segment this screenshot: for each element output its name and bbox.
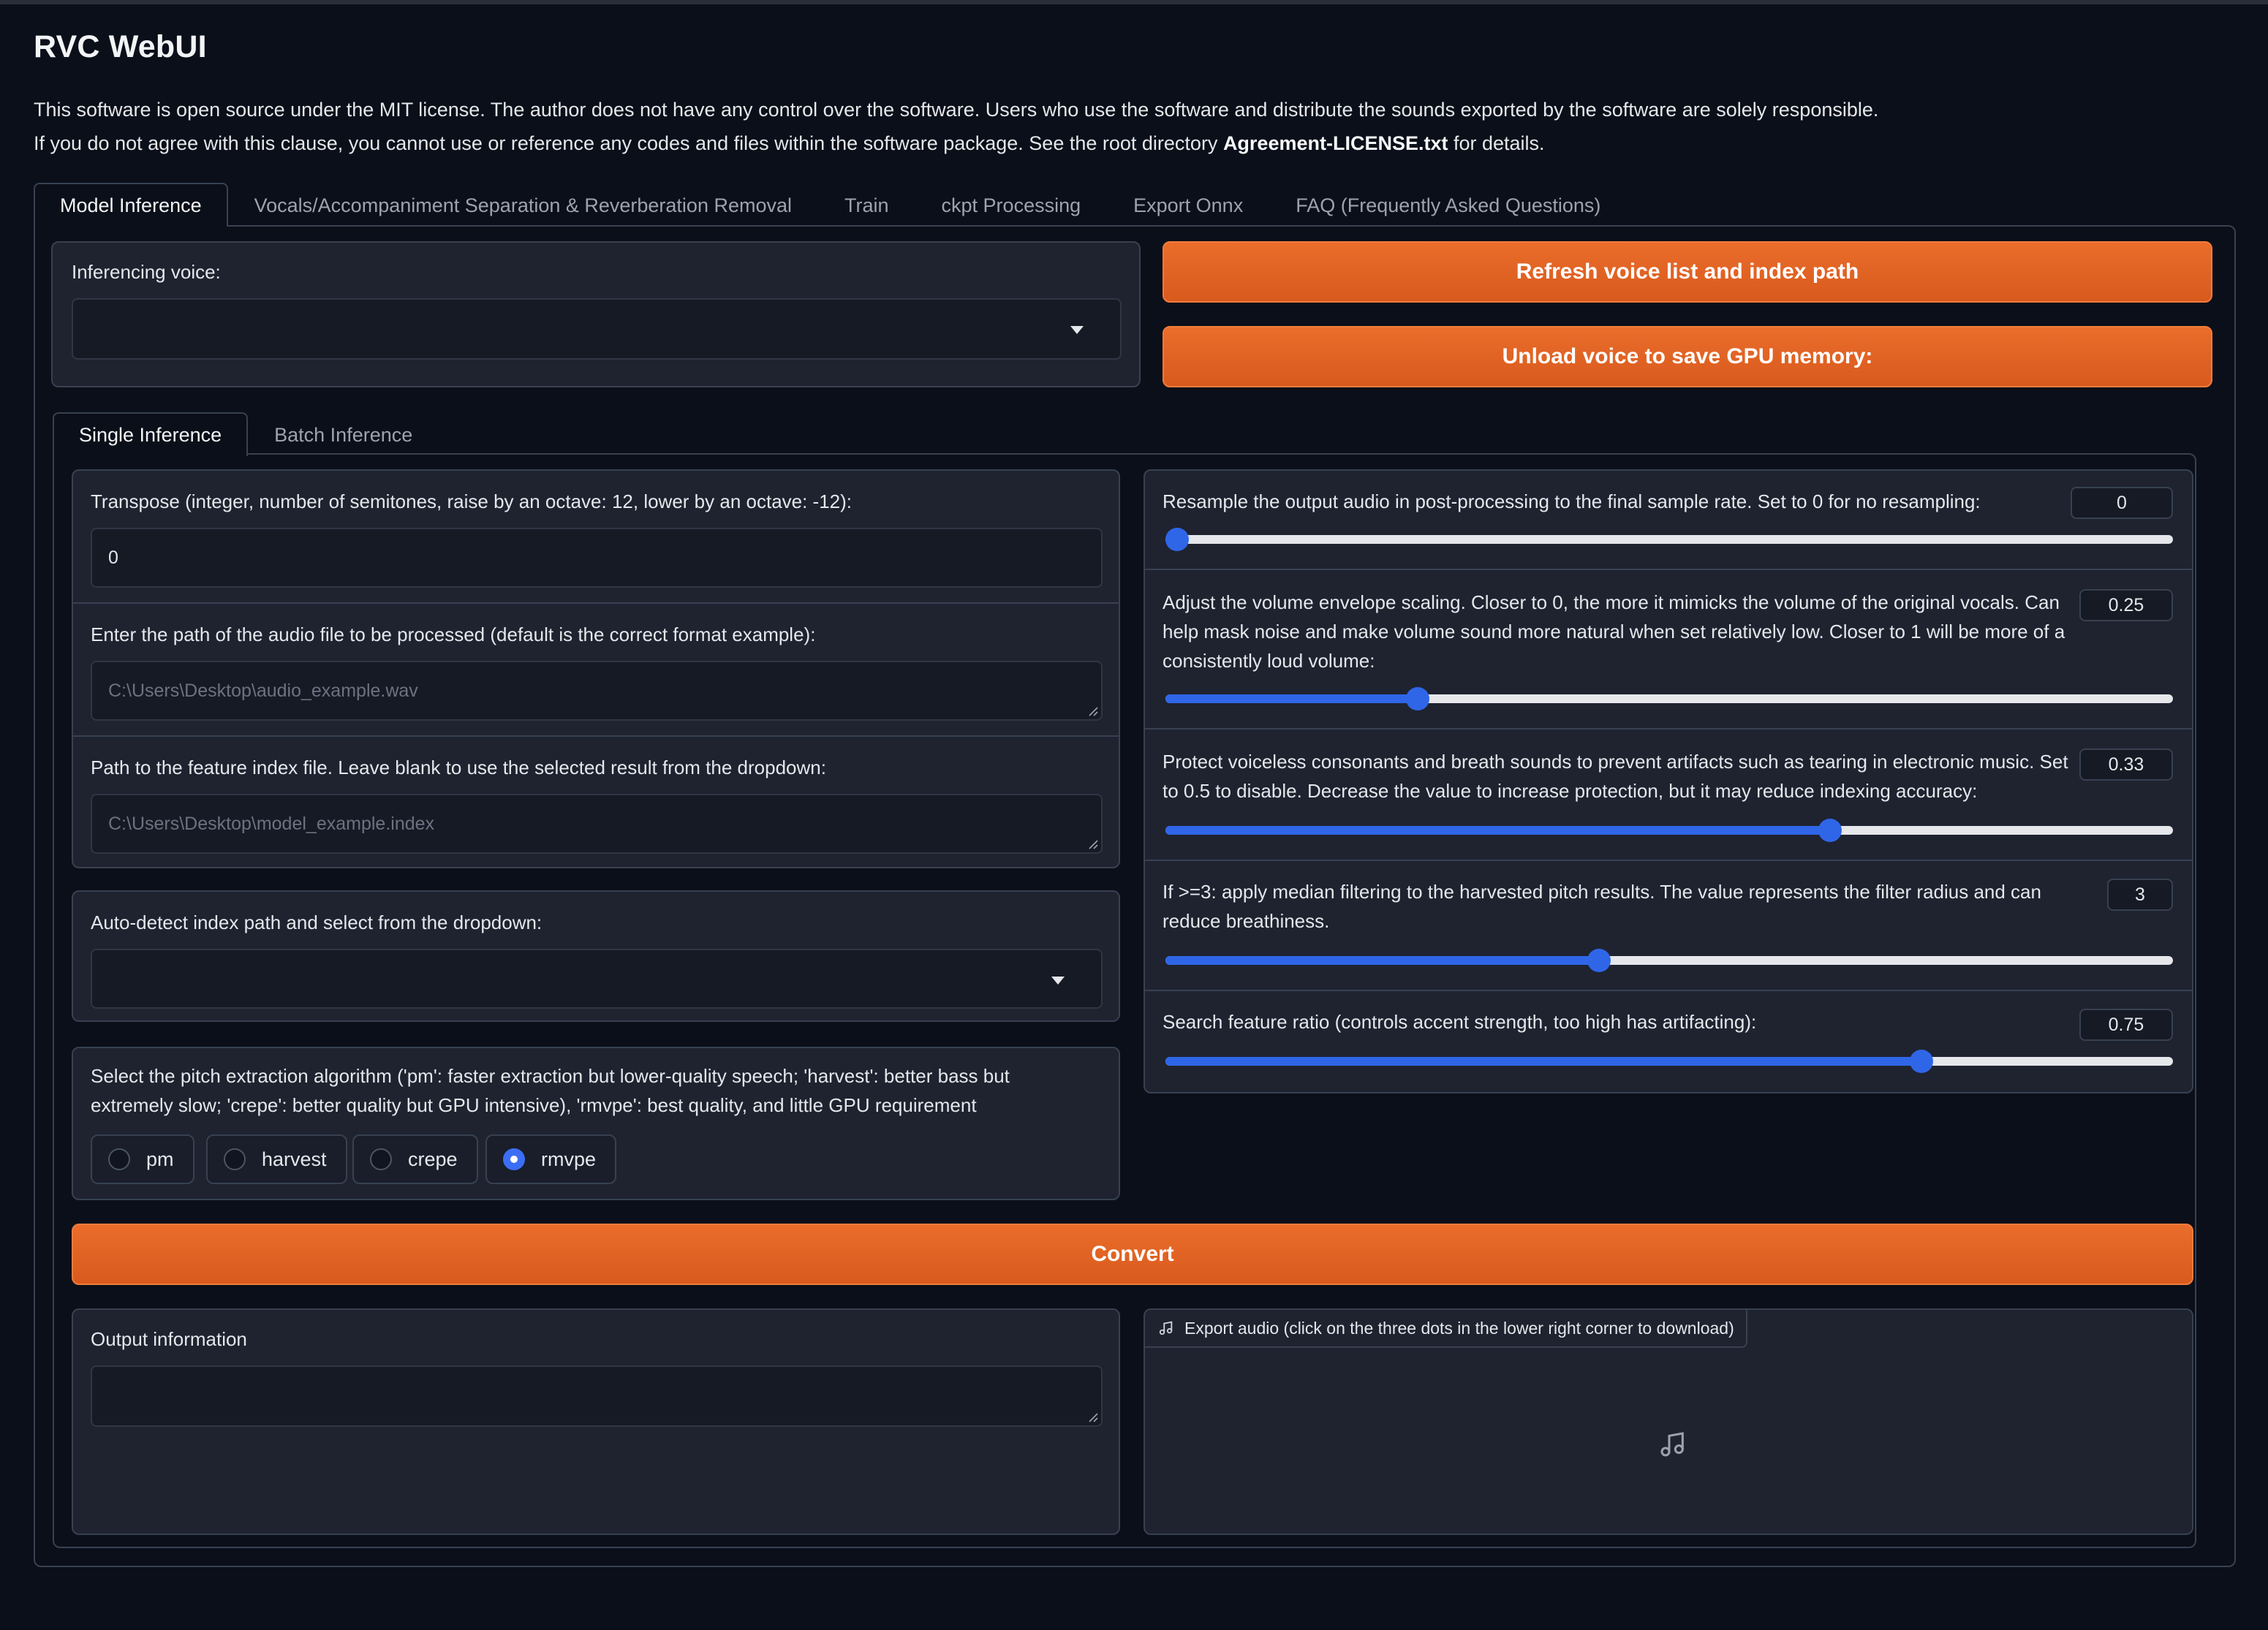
transpose-label: Transpose (integer, number of semitones,…	[91, 490, 853, 512]
radio-circle	[224, 1148, 246, 1170]
divider	[1145, 990, 2192, 991]
chevron-down-icon	[1051, 977, 1065, 985]
auto-index-panel: Auto-detect index path and select from t…	[72, 890, 1120, 1022]
convert-button[interactable]: Convert	[72, 1224, 2193, 1285]
music-note-icon	[1660, 1432, 1684, 1457]
main-tabs: Model Inference Vocals/Accompaniment Sep…	[34, 183, 1627, 227]
filter-label-line-2: reduce breathiness.	[1163, 910, 1330, 932]
slider-fill	[1165, 826, 1831, 835]
rms-label-line-3: consistently loud volume:	[1163, 650, 1375, 672]
radio-crepe[interactable]: crepe	[352, 1134, 478, 1184]
resample-label: Resample the output audio in post-proces…	[1163, 490, 1981, 512]
audio-path-label: Enter the path of the audio file to be p…	[91, 623, 816, 645]
radio-rmvpe[interactable]: rmvpe	[485, 1134, 617, 1184]
voice-label: Inferencing voice:	[72, 261, 221, 283]
output-info-textbox[interactable]	[91, 1365, 1103, 1427]
voice-panel: Inferencing voice:	[51, 241, 1141, 387]
slider-thumb[interactable]	[1909, 1050, 1933, 1073]
tab-export-onnx[interactable]: Export Onnx	[1107, 183, 1269, 227]
app-title: RVC WebUI	[34, 29, 207, 64]
radio-pm[interactable]: pm	[91, 1134, 194, 1184]
protect-label-line-1: Protect voiceless consonants and breath …	[1163, 751, 2068, 773]
protect-number-input[interactable]: 0.33	[2079, 748, 2173, 781]
license-line-2: If you do not agree with this clause, yo…	[34, 132, 1545, 154]
resize-handle-icon[interactable]	[1088, 1412, 1098, 1422]
auto-index-label: Auto-detect index path and select from t…	[91, 911, 543, 933]
radio-circle	[108, 1148, 130, 1170]
license-file-name: Agreement-LICENSE.txt	[1222, 132, 1448, 154]
inference-tabs: Single Inference Batch Inference	[53, 412, 439, 456]
auto-index-dropdown[interactable]	[91, 949, 1103, 1009]
resize-handle-icon[interactable]	[1088, 706, 1098, 716]
divider	[1145, 569, 2192, 570]
window-top-border	[0, 0, 2268, 4]
slider-thumb[interactable]	[1165, 528, 1189, 551]
divider	[73, 735, 1119, 737]
index-path-label: Path to the feature index file. Leave bl…	[91, 757, 826, 778]
chevron-down-icon	[1070, 326, 1084, 334]
filter-slider[interactable]	[1165, 949, 2173, 972]
pitch-algorithm-panel: Select the pitch extraction algorithm ('…	[72, 1047, 1120, 1200]
slider-thumb[interactable]	[1587, 949, 1611, 972]
resample-number-input[interactable]: 0	[2071, 487, 2173, 519]
output-info-label: Output information	[91, 1328, 247, 1350]
index-rate-slider[interactable]	[1165, 1050, 2173, 1073]
slider-fill	[1165, 1057, 1921, 1066]
voice-dropdown[interactable]	[72, 298, 1122, 360]
rms-slider[interactable]	[1165, 687, 2173, 710]
slider-fill	[1165, 956, 1599, 965]
transpose-input[interactable]: 0	[91, 528, 1103, 588]
tab-single-inference[interactable]: Single Inference	[53, 412, 249, 456]
tab-batch-inference[interactable]: Batch Inference	[248, 412, 439, 456]
tab-ckpt-processing[interactable]: ckpt Processing	[915, 183, 1108, 227]
tab-model-inference[interactable]: Model Inference	[34, 183, 228, 227]
index-path-input[interactable]: C:\Users\Desktop\model_example.index	[91, 794, 1103, 854]
tab-vocal-separation[interactable]: Vocals/Accompaniment Separation & Reverb…	[228, 183, 818, 227]
filter-label-line-1: If >=3: apply median filtering to the ha…	[1163, 881, 2041, 903]
license-line-1: This software is open source under the M…	[34, 99, 1879, 121]
license-notice: This software is open source under the M…	[34, 93, 2234, 160]
slider-fill	[1165, 694, 1418, 703]
rms-label-line-2: help mask noise and make volume sound mo…	[1163, 621, 2065, 642]
divider	[1145, 860, 2192, 861]
slider-thumb[interactable]	[1405, 687, 1429, 710]
slider-thumb[interactable]	[1818, 819, 1842, 842]
radio-harvest[interactable]: harvest	[206, 1134, 347, 1184]
page-header: RVC WebUI This software is open source u…	[34, 29, 2234, 160]
audio-path-input[interactable]: C:\Users\Desktop\audio_example.wav	[91, 661, 1103, 721]
export-audio-panel: Export audio (click on the three dots in…	[1144, 1308, 2193, 1535]
inference-inputs-panel: Transpose (integer, number of semitones,…	[72, 469, 1120, 868]
rms-label-line-1: Adjust the volume envelope scaling. Clos…	[1163, 591, 2060, 613]
protect-slider[interactable]	[1165, 819, 2173, 842]
index-rate-label: Search feature ratio (controls accent st…	[1163, 1011, 1757, 1033]
tab-train[interactable]: Train	[818, 183, 915, 227]
rms-number-input[interactable]: 0.25	[2079, 589, 2173, 621]
filter-number-input[interactable]: 3	[2107, 879, 2173, 911]
refresh-voice-button[interactable]: Refresh voice list and index path	[1163, 241, 2212, 303]
export-audio-label: Export audio (click on the three dots in…	[1145, 1310, 1747, 1348]
output-info-panel: Output information	[72, 1308, 1120, 1535]
resample-slider[interactable]	[1165, 528, 2173, 551]
tab-faq[interactable]: FAQ (Frequently Asked Questions)	[1269, 183, 1627, 227]
unload-voice-button[interactable]: Unload voice to save GPU memory:	[1163, 326, 2212, 387]
pitch-label-line-2: extremely slow; 'crepe': better quality …	[91, 1094, 977, 1116]
sliders-panel: Resample the output audio in post-proces…	[1144, 469, 2193, 1093]
divider	[73, 602, 1119, 604]
radio-circle-selected	[503, 1148, 525, 1170]
radio-circle	[370, 1148, 392, 1170]
divider	[1145, 728, 2192, 729]
index-rate-number-input[interactable]: 0.75	[2079, 1009, 2173, 1041]
pitch-label-line-1: Select the pitch extraction algorithm ('…	[91, 1065, 1010, 1087]
protect-label-line-2: to 0.5 to disable. Decrease the value to…	[1163, 780, 1978, 802]
music-note-icon	[1159, 1321, 1173, 1335]
resize-handle-icon[interactable]	[1088, 839, 1098, 849]
